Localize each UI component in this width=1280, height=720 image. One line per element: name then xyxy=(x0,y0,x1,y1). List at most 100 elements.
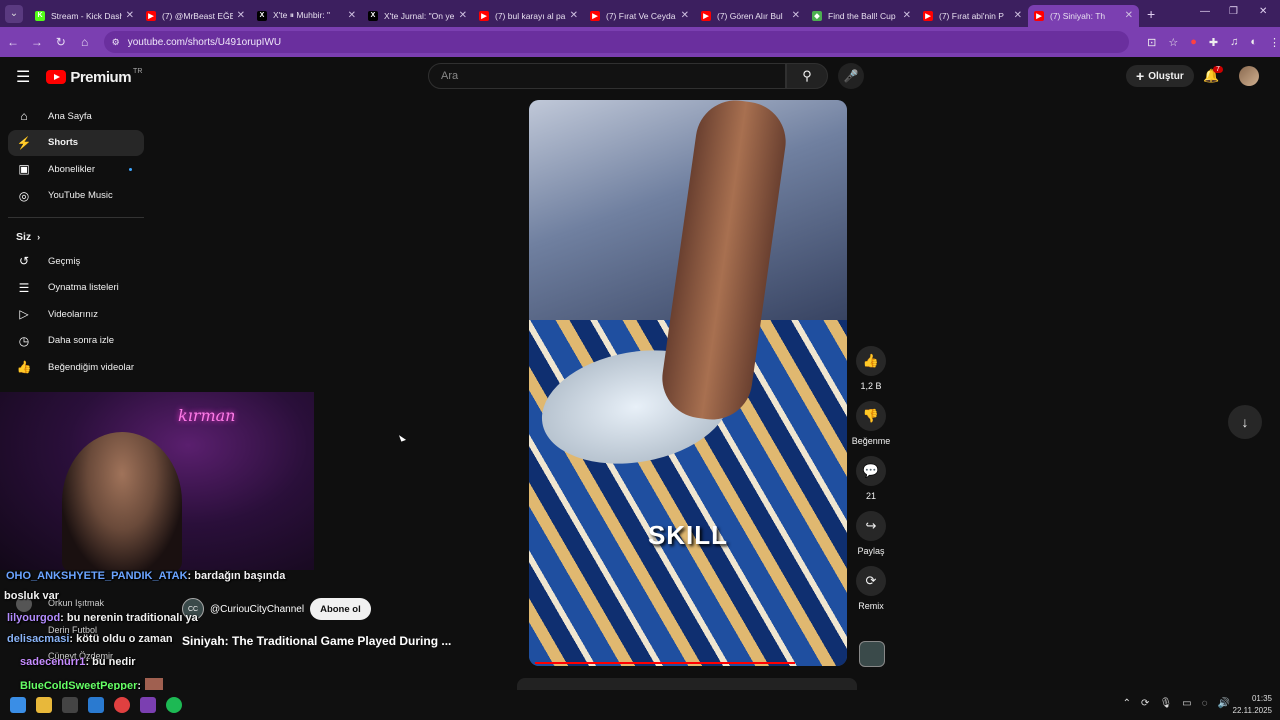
chat-text: : bu nerenin traditionalı ya xyxy=(60,612,198,624)
short-action-button[interactable]: ⟳ Remix xyxy=(846,566,896,611)
short-action-button[interactable]: 👎 Beğenme xyxy=(846,401,896,446)
action-icon[interactable]: ↪ xyxy=(856,511,886,541)
chat-username[interactable]: lilyourgod xyxy=(7,612,60,624)
sync-icon[interactable]: ⟳ xyxy=(1141,698,1149,709)
sidebar-item[interactable]: ▣ Abonelikler xyxy=(8,156,144,183)
sidebar-item-label: Ana Sayfa xyxy=(48,110,92,122)
tab-close-icon[interactable]: ✕ xyxy=(348,10,356,21)
short-title[interactable]: Siniyah: The Traditional Game Played Dur… xyxy=(182,634,451,648)
create-button[interactable]: + Oluştur xyxy=(1126,65,1194,87)
chat-username[interactable]: sadecenurr1 xyxy=(20,656,85,668)
tab-close-icon[interactable]: ✕ xyxy=(903,10,911,21)
browser-tab[interactable]: ◆ Find the Ball! Cup ✕ xyxy=(806,5,917,27)
chrome-icon[interactable] xyxy=(114,697,130,713)
youtube-premium-logo[interactable]: Premium TR xyxy=(46,68,142,86)
profile-icon[interactable]: ◐ xyxy=(1250,36,1257,49)
sidebar-item[interactable]: ↺ Geçmiş xyxy=(8,248,144,275)
chat-username[interactable]: OHO_ANKSHYETE_PANDIK_ATAK xyxy=(6,570,188,582)
microphone-tray-icon[interactable]: 🎙 xyxy=(1159,698,1172,709)
short-action-button[interactable]: 👍 1,2 B xyxy=(846,346,896,391)
account-avatar[interactable] xyxy=(1239,66,1259,86)
extensions-icon[interactable]: ✚ xyxy=(1209,36,1218,49)
action-icon[interactable]: 👎 xyxy=(856,401,886,431)
video-progress-bar[interactable] xyxy=(535,662,796,664)
channel-thumbnail-button[interactable] xyxy=(859,641,885,667)
browser-tab[interactable]: K Stream - Kick Dash ✕ xyxy=(29,5,140,27)
file-explorer-icon[interactable] xyxy=(36,697,52,713)
display-icon[interactable]: ▭ xyxy=(1182,698,1191,709)
extension-red-icon[interactable]: ● xyxy=(1190,36,1197,49)
action-label: Beğenme xyxy=(851,436,891,446)
action-icon[interactable]: 💬 xyxy=(856,456,886,486)
browser-tab[interactable]: ▶ (7) bul karayı al pa ✕ xyxy=(473,5,584,27)
browser-tab[interactable]: X X'te Jurnal: "On ye ✕ xyxy=(362,5,473,27)
tab-close-icon[interactable]: ✕ xyxy=(681,10,689,21)
next-short-preview[interactable] xyxy=(517,678,857,690)
search-button[interactable]: ⚲ xyxy=(786,63,828,89)
short-video-player[interactable]: SKILL xyxy=(529,100,847,666)
minimize-icon[interactable]: — xyxy=(1200,6,1210,17)
tab-favicon-icon: ▶ xyxy=(701,10,711,21)
volume-icon[interactable]: 🔊 xyxy=(1218,698,1230,709)
hamburger-menu-icon[interactable]: ☰ xyxy=(16,67,30,87)
forward-icon[interactable]: → xyxy=(26,35,48,49)
sidebar-item[interactable]: ⌂ Ana Sayfa xyxy=(8,103,144,130)
sidebar-item[interactable]: ☰ Oynatma listeleri xyxy=(8,275,144,302)
tab-close-icon[interactable]: ✕ xyxy=(1014,10,1022,21)
tab-close-icon[interactable]: ✕ xyxy=(570,10,578,21)
browser-tab[interactable]: X X'te ⏸ Muhbir: " ✕ xyxy=(251,5,362,27)
app-icon[interactable] xyxy=(140,697,156,713)
sidebar-item-label: Beğendiğim videolar xyxy=(48,361,135,373)
tab-close-icon[interactable]: ✕ xyxy=(237,10,245,21)
sidebar-item-icon: ⌂ xyxy=(20,109,28,124)
sidebar-item[interactable]: ◎ YouTube Music xyxy=(8,183,144,210)
media-controls-icon[interactable]: ♫ xyxy=(1230,36,1238,49)
tab-close-icon[interactable]: ✕ xyxy=(459,10,467,21)
sidebar-you-header[interactable]: Siz › xyxy=(8,226,144,248)
chevron-up-icon[interactable]: ⌃ xyxy=(1123,698,1131,709)
search-input[interactable]: Ara xyxy=(428,63,786,89)
start-icon[interactable] xyxy=(10,697,26,713)
short-action-button[interactable]: ↪ Paylaş xyxy=(846,511,896,556)
browser-tab[interactable]: ▶ (7) @MrBeast EĞE ✕ xyxy=(140,5,251,27)
spotify-icon[interactable] xyxy=(166,697,182,713)
action-icon[interactable]: ⟳ xyxy=(856,566,886,596)
bookmark-star-icon[interactable]: ☆ xyxy=(1168,36,1178,49)
channel-name[interactable]: @CuriouCityChannel xyxy=(210,604,304,615)
sidebar-item[interactable]: ⚡ Shorts xyxy=(8,129,144,156)
browser-tab[interactable]: ▶ (7) Fırat Ve Ceyda ✕ xyxy=(584,5,695,27)
wifi-icon[interactable]: ◌ xyxy=(1202,698,1208,709)
tab-search-icon[interactable]: ⌄ xyxy=(5,4,23,23)
system-clock[interactable]: 01:35 22.11.2025 xyxy=(1233,693,1272,717)
tab-close-icon[interactable]: ✕ xyxy=(1125,10,1133,21)
browser-tab[interactable]: ▶ (7) Fırat abi'nin P ✕ xyxy=(917,5,1028,27)
browser-menu-icon[interactable]: ⋮ xyxy=(1269,36,1280,49)
tab-close-icon[interactable]: ✕ xyxy=(792,10,800,21)
home-icon[interactable]: ⌂ xyxy=(74,35,96,49)
site-info-icon[interactable]: ⚙ xyxy=(112,37,120,48)
app-icon[interactable] xyxy=(88,697,104,713)
action-icon[interactable]: 👍 xyxy=(856,346,886,376)
address-toolbar: ← → ↻ ⌂ ⚙ youtube.com/shorts/U491orupIWU… xyxy=(0,27,1280,57)
new-tab-button[interactable]: + xyxy=(1147,6,1155,22)
short-action-button[interactable]: 💬 21 xyxy=(846,456,896,501)
tab-favicon-icon: ▶ xyxy=(923,10,933,21)
maximize-icon[interactable]: ❐ xyxy=(1229,6,1238,17)
back-icon[interactable]: ← xyxy=(2,35,24,49)
tab-close-icon[interactable]: ✕ xyxy=(126,10,134,21)
sidebar-item[interactable]: ▷ Videolarınız xyxy=(8,301,144,328)
browser-tab[interactable]: ▶ (7) Siniyah: Th ✕ xyxy=(1028,4,1139,27)
browser-tab[interactable]: ▶ (7) Gören Alır Bul ✕ xyxy=(695,5,806,27)
url-bar[interactable]: ⚙ youtube.com/shorts/U491orupIWU xyxy=(103,31,1130,53)
app-icon[interactable] xyxy=(62,697,78,713)
voice-search-button[interactable]: 🎤 xyxy=(838,63,864,89)
windows-taskbar: ⌃ ⟳ 🎙 ▭ ◌ 🔊 01:35 22.11.2025 xyxy=(0,690,1280,720)
sidebar-item[interactable]: 👍 Beğendiğim videolar xyxy=(8,354,144,381)
install-app-icon[interactable]: ⊡ xyxy=(1147,36,1156,49)
next-short-button[interactable]: ↓ xyxy=(1228,405,1262,439)
sidebar-item[interactable]: ◷ Daha sonra izle xyxy=(8,328,144,355)
close-window-icon[interactable]: ✕ xyxy=(1259,6,1267,17)
subscribe-button[interactable]: Abone ol xyxy=(310,598,371,620)
reload-icon[interactable]: ↻ xyxy=(50,35,72,49)
chat-username[interactable]: delisacmasi xyxy=(7,633,69,645)
